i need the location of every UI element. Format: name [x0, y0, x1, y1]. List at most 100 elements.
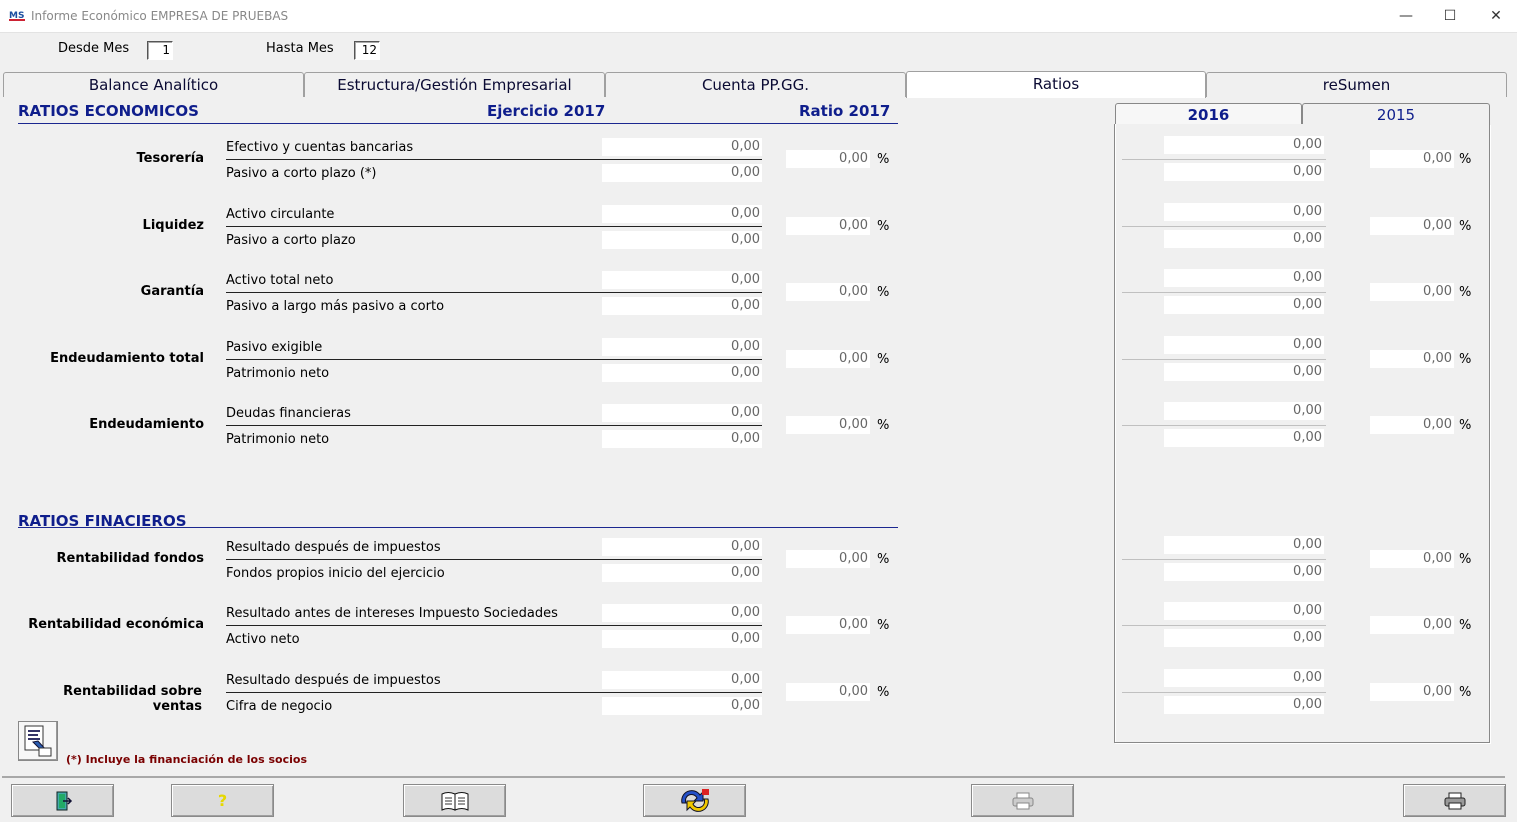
tab-resumen[interactable]: reSumen	[1206, 72, 1507, 97]
numerator-value-field[interactable]: 0,00	[602, 338, 762, 356]
numerator-value-field[interactable]: 0,00	[602, 538, 762, 556]
prev-year-ratio-field[interactable]: 0,00	[1370, 616, 1454, 634]
ratio-name: Endeudamiento	[89, 417, 204, 432]
minimize-button[interactable]: —	[1383, 0, 1429, 32]
refresh-button[interactable]	[643, 784, 746, 817]
fraction-line	[226, 226, 762, 227]
ratio-value-field[interactable]: 0,00	[786, 550, 870, 568]
prev-year-fraction-line	[1122, 359, 1326, 360]
prev-year-ratio-field[interactable]: 0,00	[1370, 217, 1454, 235]
print-preview-button[interactable]	[971, 784, 1074, 817]
footnote: (*) Incluye la financiación de los socio…	[66, 753, 307, 766]
prev-year-numerator-field[interactable]: 0,00	[1164, 602, 1324, 620]
denominator-label: Patrimonio neto	[226, 366, 330, 381]
percent-sign: %	[1459, 418, 1472, 433]
ratio-value-field[interactable]: 0,00	[786, 416, 870, 434]
exit-button[interactable]	[11, 784, 114, 817]
manual-button[interactable]	[403, 784, 506, 817]
header-underline	[18, 123, 898, 124]
desde-mes-input[interactable]: 1	[147, 41, 173, 60]
numerator-value-field[interactable]: 0,00	[602, 205, 762, 223]
prev-year-ratio-field[interactable]: 0,00	[1370, 550, 1454, 568]
prev-year-denominator-field[interactable]: 0,00	[1164, 163, 1324, 181]
denominator-value-field[interactable]: 0,00	[602, 697, 762, 715]
tab-balance-analitico[interactable]: Balance Analítico	[3, 72, 304, 97]
numerator-value-field[interactable]: 0,00	[602, 271, 762, 289]
percent-sign: %	[1459, 285, 1472, 300]
denominator-value-field[interactable]: 0,00	[602, 297, 762, 315]
tab-estructura-gestion[interactable]: Estructura/Gestión Empresarial	[304, 72, 605, 97]
tab-cuenta-ppgg[interactable]: Cuenta PP.GG.	[605, 72, 906, 97]
prev-year-denominator-field[interactable]: 0,00	[1164, 296, 1324, 314]
prev-year-denominator-field[interactable]: 0,00	[1164, 629, 1324, 647]
fraction-line	[226, 559, 762, 560]
percent-sign: %	[877, 552, 890, 567]
exit-icon	[56, 791, 72, 810]
prev-year-denominator-field[interactable]: 0,00	[1164, 230, 1324, 248]
prev-year-denominator-field[interactable]: 0,00	[1164, 363, 1324, 381]
prev-year-numerator-field[interactable]: 0,00	[1164, 336, 1324, 354]
title-bar: MS Informe Económico EMPRESA DE PRUEBAS …	[0, 0, 1517, 33]
numerator-label: Deudas financieras	[226, 406, 351, 421]
print-button[interactable]	[1403, 784, 1506, 817]
percent-sign: %	[877, 152, 890, 167]
close-button[interactable]: ✕	[1473, 0, 1517, 32]
printer-light-icon	[1012, 792, 1033, 809]
ratio-value-field[interactable]: 0,00	[786, 350, 870, 368]
maximize-button[interactable]: ☐	[1427, 0, 1473, 32]
numerator-value-field[interactable]: 0,00	[602, 404, 762, 422]
denominator-label: Fondos propios inicio del ejercicio	[226, 566, 445, 581]
hasta-mes-label: Hasta Mes	[266, 41, 334, 56]
tab-year-2016[interactable]: 2016	[1115, 103, 1302, 124]
prev-year-denominator-field[interactable]: 0,00	[1164, 696, 1324, 714]
prev-year-numerator-field[interactable]: 0,00	[1164, 669, 1324, 687]
ratio-name: Garantía	[140, 284, 204, 299]
book-icon	[441, 791, 468, 811]
tab-year-2015[interactable]: 2015	[1302, 103, 1490, 124]
numerator-value-field[interactable]: 0,00	[602, 604, 762, 622]
tab-ratios[interactable]: Ratios	[906, 71, 1206, 98]
denominator-label: Cifra de negocio	[226, 699, 333, 714]
prev-year-ratio-field[interactable]: 0,00	[1370, 150, 1454, 168]
fraction-line	[226, 625, 762, 626]
desde-mes-label: Desde Mes	[58, 41, 130, 56]
denominator-label: Activo neto	[226, 632, 300, 647]
prev-year-numerator-field[interactable]: 0,00	[1164, 269, 1324, 287]
denominator-value-field[interactable]: 0,00	[602, 164, 762, 182]
denominator-label: Pasivo a corto plazo	[226, 233, 356, 248]
prev-year-denominator-field[interactable]: 0,00	[1164, 429, 1324, 447]
prev-year-fraction-line	[1122, 625, 1326, 626]
prev-year-fraction-line	[1122, 692, 1326, 693]
prev-year-ratio-field[interactable]: 0,00	[1370, 416, 1454, 434]
denominator-value-field[interactable]: 0,00	[602, 630, 762, 648]
prev-year-ratio-field[interactable]: 0,00	[1370, 350, 1454, 368]
numerator-label: Activo circulante	[226, 207, 335, 222]
prev-year-numerator-field[interactable]: 0,00	[1164, 536, 1324, 554]
numerator-label: Pasivo exigible	[226, 340, 323, 355]
ratio-value-field[interactable]: 0,00	[786, 616, 870, 634]
percent-sign: %	[877, 685, 890, 700]
ratio-value-field[interactable]: 0,00	[786, 217, 870, 235]
percent-sign: %	[1459, 152, 1472, 167]
prev-year-numerator-field[interactable]: 0,00	[1164, 136, 1324, 154]
prev-year-denominator-field[interactable]: 0,00	[1164, 563, 1324, 581]
prev-year-ratio-field[interactable]: 0,00	[1370, 683, 1454, 701]
denominator-value-field[interactable]: 0,00	[602, 430, 762, 448]
prev-year-numerator-field[interactable]: 0,00	[1164, 203, 1324, 221]
ratio-value-field[interactable]: 0,00	[786, 150, 870, 168]
fraction-line	[226, 425, 762, 426]
denominator-value-field[interactable]: 0,00	[602, 364, 762, 382]
denominator-value-field[interactable]: 0,00	[602, 231, 762, 249]
numerator-value-field[interactable]: 0,00	[602, 671, 762, 689]
prev-year-fraction-line	[1122, 226, 1326, 227]
ratio-value-field[interactable]: 0,00	[786, 683, 870, 701]
numerator-value-field[interactable]: 0,00	[602, 138, 762, 156]
document-button[interactable]	[18, 721, 58, 761]
prev-year-fraction-line	[1122, 159, 1326, 160]
prev-year-ratio-field[interactable]: 0,00	[1370, 283, 1454, 301]
hasta-mes-input[interactable]: 12	[354, 41, 380, 60]
prev-year-numerator-field[interactable]: 0,00	[1164, 402, 1324, 420]
ratio-value-field[interactable]: 0,00	[786, 283, 870, 301]
help-button[interactable]: ?	[171, 784, 274, 817]
denominator-value-field[interactable]: 0,00	[602, 564, 762, 582]
